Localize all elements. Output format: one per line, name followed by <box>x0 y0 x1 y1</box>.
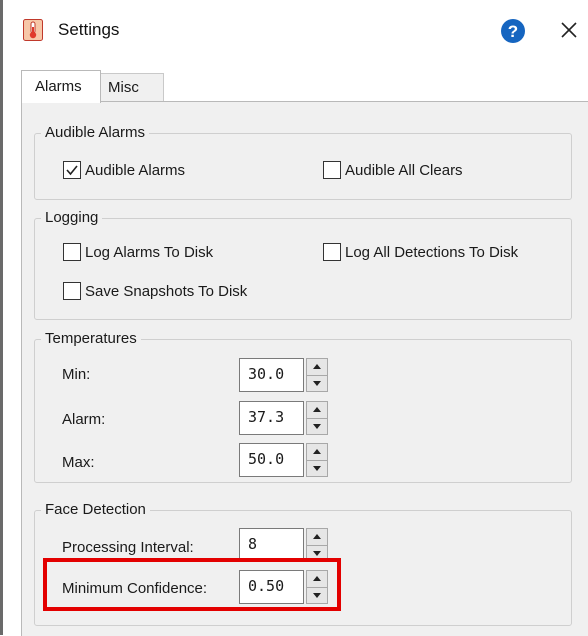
face-detection-group-title: Face Detection <box>41 501 150 518</box>
down-arrow-icon <box>313 423 321 429</box>
max-temperature-label: Max: <box>62 454 95 471</box>
up-arrow-icon <box>313 407 321 412</box>
checkbox-box[interactable] <box>323 161 341 179</box>
spin-up-button[interactable] <box>306 528 328 545</box>
processing-interval-spinner[interactable]: 8 <box>239 528 328 562</box>
checkbox-box[interactable] <box>63 243 81 261</box>
processing-interval-label: Processing Interval: <box>62 539 194 556</box>
checkbox-box[interactable] <box>63 161 81 179</box>
log-alarms-to-disk-checkbox[interactable]: Log Alarms To Disk <box>63 243 213 261</box>
checkbox-box[interactable] <box>63 282 81 300</box>
audible-alarms-group-title: Audible Alarms <box>41 124 150 141</box>
tab-alarms-label: Alarms <box>35 78 82 95</box>
alarm-temperature-spinner[interactable]: 37.3 <box>239 401 328 435</box>
spin-up-button[interactable] <box>306 358 328 375</box>
close-icon[interactable] <box>555 16 583 44</box>
temperatures-group: Temperatures Min: 30.0 Alarm: 37.3 Max: … <box>34 330 572 483</box>
down-arrow-icon <box>313 465 321 471</box>
thermometer-icon <box>23 19 43 41</box>
temperatures-group-title: Temperatures <box>41 330 141 347</box>
audible-all-clears-checkbox-label: Audible All Clears <box>345 161 463 179</box>
tab-misc-label: Misc <box>108 79 139 96</box>
processing-interval-input[interactable]: 8 <box>239 528 304 562</box>
logging-group: Logging Log Alarms To Disk Log All Detec… <box>34 209 572 320</box>
save-snapshots-checkbox[interactable]: Save Snapshots To Disk <box>63 282 247 300</box>
alarm-temperature-label: Alarm: <box>62 411 106 428</box>
help-icon[interactable]: ? <box>500 18 526 44</box>
audible-all-clears-checkbox[interactable]: Audible All Clears <box>323 161 463 179</box>
max-temperature-input[interactable]: 50.0 <box>239 443 304 477</box>
log-all-detections-checkbox[interactable]: Log All Detections To Disk <box>323 243 518 261</box>
spin-up-button[interactable] <box>306 401 328 418</box>
tab-misc[interactable]: Misc <box>99 73 164 102</box>
up-arrow-icon <box>313 364 321 369</box>
up-arrow-icon <box>313 534 321 539</box>
save-snapshots-label: Save Snapshots To Disk <box>85 282 248 300</box>
up-arrow-icon <box>313 449 321 454</box>
max-temperature-spinner[interactable]: 50.0 <box>239 443 328 477</box>
down-arrow-icon <box>313 380 321 386</box>
alarm-temperature-input[interactable]: 37.3 <box>239 401 304 435</box>
audible-alarms-checkbox-label: Audible Alarms <box>85 161 186 179</box>
audible-alarms-group: Audible Alarms Audible Alarms Audible Al… <box>34 124 572 200</box>
min-temperature-input[interactable]: 30.0 <box>239 358 304 392</box>
tab-alarms[interactable]: Alarms <box>21 70 101 103</box>
checkbox-box[interactable] <box>323 243 341 261</box>
window-title: Settings <box>58 20 120 39</box>
spin-up-button[interactable] <box>306 443 328 460</box>
alarms-tab-panel: Audible Alarms Audible Alarms Audible Al… <box>21 101 588 636</box>
tab-strip: Alarms Misc <box>3 62 588 103</box>
log-all-detections-label: Log All Detections To Disk <box>345 243 519 261</box>
title-bar: Settings ? <box>3 0 588 62</box>
minimum-confidence-highlight <box>43 558 341 611</box>
min-temperature-label: Min: <box>62 366 91 383</box>
svg-text:?: ? <box>508 22 518 41</box>
audible-alarms-checkbox[interactable]: Audible Alarms <box>63 161 185 179</box>
log-alarms-to-disk-label: Log Alarms To Disk <box>85 243 214 261</box>
logging-group-title: Logging <box>41 209 103 226</box>
spin-down-button[interactable] <box>306 417 328 435</box>
spin-down-button[interactable] <box>306 374 328 392</box>
min-temperature-spinner[interactable]: 30.0 <box>239 358 328 392</box>
spin-down-button[interactable] <box>306 459 328 477</box>
down-arrow-icon <box>313 550 321 556</box>
